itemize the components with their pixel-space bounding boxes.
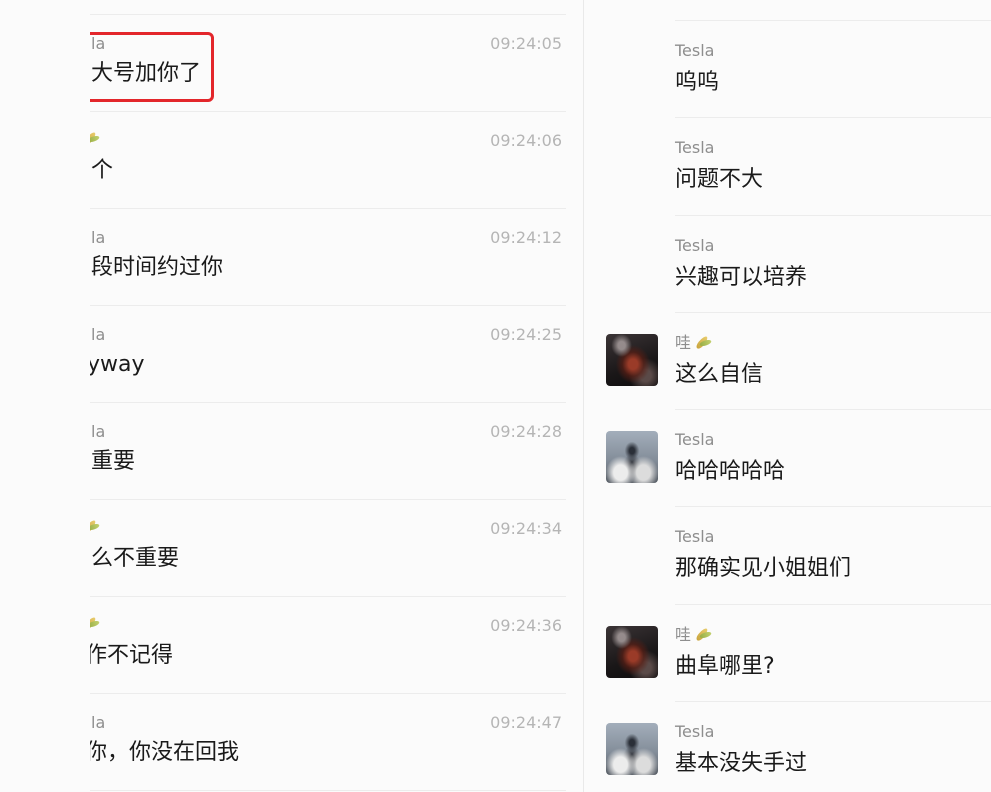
message-row[interactable]: Tesla 兴趣可以培养 [584, 214, 991, 312]
sender-name-line: 哇 [675, 625, 713, 645]
message-text: 么不重要 [91, 546, 180, 571]
message-row[interactable]: Tesla 基本没失手过 [584, 701, 991, 792]
message-timestamp: 09:24:28 [490, 422, 562, 441]
message-timestamp: 09:24:12 [490, 228, 562, 247]
sender-name: Tesla [675, 527, 715, 547]
message-text: 这么自信 [675, 361, 764, 387]
sender-name-line: Tesla [675, 236, 714, 256]
message-row[interactable]: la 09:24:12 段时间约过你 [90, 208, 566, 305]
sender-name-line: Tesla [675, 430, 714, 450]
message-text: 问题不大 [675, 167, 764, 193]
sender-name-line: Tesla [675, 41, 714, 61]
rice-ear-emoji-icon [90, 130, 101, 148]
chat-history-left-column: la 09:24:05 大号加你了 09:24:06 个 la 09:24:12… [90, 14, 566, 791]
message-row[interactable]: Tesla 呜呜 [584, 20, 991, 117]
sender-name: Tesla [675, 138, 715, 158]
message-row[interactable]: 09:24:34 么不重要 [90, 499, 566, 596]
message-row[interactable]: 09:24:06 个 [90, 111, 566, 208]
message-row[interactable]: Tesla 问题不大 [584, 117, 991, 214]
sender-name: la [91, 325, 106, 344]
sender-avatar[interactable] [606, 723, 658, 776]
sender-name: la [91, 34, 106, 53]
sender-name-line: 哇 [675, 333, 713, 353]
sender-avatar[interactable] [606, 431, 658, 484]
sender-name: Tesla [675, 41, 715, 60]
message-text: 大号加你了 [91, 61, 202, 86]
message-text: 哈哈哈哈哈 [675, 459, 786, 485]
message-text: yway [90, 352, 145, 377]
rice-ear-emoji-icon [693, 334, 713, 352]
sender-name: la [91, 713, 106, 732]
message-row[interactable]: 哇 这么自信 [584, 311, 991, 409]
rice-ear-emoji-icon [693, 626, 713, 644]
message-row[interactable]: 哇 曲阜哪里? [584, 603, 991, 701]
sender-name-line: Tesla [675, 722, 714, 742]
message-text: 重要 [91, 449, 136, 474]
message-text: 那确实见小姐姐们 [675, 556, 852, 582]
sender-name-line: Tesla [675, 138, 714, 158]
message-row[interactable]: la 09:24:47 你，你没在回我 [90, 693, 566, 790]
message-text: 呜呜 [675, 70, 720, 95]
message-text: 你，你没在回我 [90, 740, 240, 765]
sender-avatar[interactable] [606, 625, 658, 678]
message-row[interactable]: la 09:24:28 重要 [90, 402, 566, 499]
sender-name: Tesla [675, 722, 715, 742]
sender-name: Tesla [675, 235, 715, 255]
sender-name-line: Tesla [675, 527, 714, 547]
message-timestamp: 09:24:34 [490, 519, 562, 538]
message-text: 个 [91, 158, 114, 183]
message-timestamp: 09:24:06 [490, 131, 562, 150]
rice-ear-emoji-icon [90, 518, 101, 536]
sender-name: Tesla [675, 430, 715, 450]
message-row[interactable]: la 09:24:05 大号加你了 [90, 14, 566, 111]
rice-ear-emoji-icon [90, 615, 101, 633]
message-text: 曲阜哪里? [675, 653, 775, 679]
message-text: 段时间约过你 [91, 255, 224, 280]
message-timestamp: 09:24:36 [490, 616, 562, 635]
chat-history-screen: la 09:24:05 大号加你了 09:24:06 个 la 09:24:12… [0, 0, 991, 792]
sender-name: la [91, 228, 106, 247]
message-text: 兴趣可以培养 [675, 264, 808, 290]
message-row[interactable]: Tesla 哈哈哈哈哈 [584, 409, 991, 506]
message-timestamp: 09:24:47 [490, 713, 562, 732]
message-row[interactable]: 09:24:36 作不记得 [90, 596, 566, 693]
message-text: 基本没失手过 [675, 751, 808, 777]
message-row[interactable]: la 09:24:25 yway [90, 305, 566, 402]
sender-name: 哇 [675, 332, 692, 352]
message-timestamp: 09:24:05 [490, 34, 562, 53]
sender-name: la [91, 422, 106, 441]
message-row[interactable]: Tesla 那确实见小姐姐们 [584, 506, 991, 603]
chat-history-right-column: Tesla 呜呜 Tesla 问题不大 Tesla 兴趣可以培养 哇 这么自信 [584, 20, 991, 792]
message-text: 作不记得 [90, 643, 174, 668]
message-timestamp: 09:24:25 [490, 325, 562, 344]
sender-name: 哇 [675, 624, 692, 644]
sender-avatar[interactable] [606, 333, 658, 386]
